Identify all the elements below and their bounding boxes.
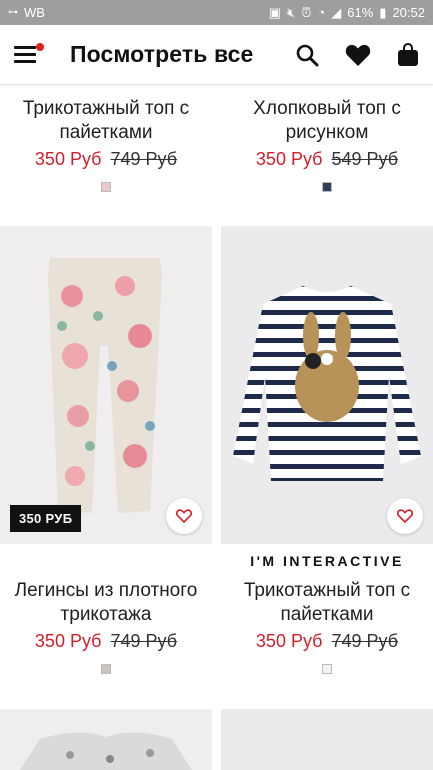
signal-icon: ◢ [331,4,342,20]
old-price: 549 Руб [331,149,399,169]
product-card[interactable]: Легинсы из плотного трикотажа 350 Руб 74… [0,579,212,674]
sale-price: 350 Руб [255,149,323,169]
heart-outline-icon [396,509,414,524]
product-name: Легинсы из плотного трикотажа [14,580,198,625]
game-controller-icon: ⊶ [8,7,18,18]
wifi-icon: ◔ [317,5,326,20]
favorite-button[interactable] [387,498,423,534]
price-badge: 350 РУБ [10,505,82,532]
sale-price: 350 Руб [255,631,323,651]
battery-percent: 61% [347,5,374,20]
clock: 20:52 [392,5,425,20]
color-swatch[interactable] [322,664,332,674]
product-card[interactable]: Трикотажный топ с пайетками 350 Руб 749 … [0,97,212,192]
product-image-partial[interactable] [221,709,433,770]
page-title: Посмотреть все [70,41,254,67]
alarm-icon: ⏰︎ [301,4,312,20]
battery-icon: ▮ [379,4,387,20]
carrier-label: WB [24,5,45,20]
heart-icon [345,44,371,66]
app-header: Посмотреть все [0,25,433,85]
cart-button[interactable] [397,42,419,67]
product-grid: Трикотажный топ с пайетками 350 Руб 749 … [0,85,433,770]
interactive-label: I'M INTERACTIVE [250,553,404,569]
leggings-image [48,258,162,513]
heart-outline-icon [175,509,193,524]
search-icon [296,44,319,66]
color-swatch[interactable] [101,664,111,674]
notification-dot [36,42,44,51]
favorite-button[interactable] [166,498,202,534]
nfc-icon: ▣ [268,4,282,20]
sale-price: 350 Руб [34,631,102,651]
product-name: Трикотажный топ с пайетками [243,580,411,625]
menu-icon-line [14,60,36,63]
search-button[interactable] [295,43,319,67]
status-bar: ⊶ WB ▣ 🔇︎ ⏰︎ ◔ ◢ 61% ▮ 20:52 [0,0,433,25]
product-image-leggings[interactable]: 350 РУБ [0,226,212,544]
product-card[interactable]: Хлопковый топ с рисунком 350 Руб 549 Руб [221,97,433,192]
menu-icon [14,46,36,49]
old-price: 749 Руб [331,631,399,651]
color-swatch[interactable] [322,182,332,192]
mute-icon: 🔇︎ [287,4,296,20]
product-name: Хлопковый топ с рисунком [253,98,401,143]
old-price: 749 Руб [110,631,178,651]
old-price: 749 Руб [110,149,178,169]
product-card[interactable]: Трикотажный топ с пайетками 350 Руб 749 … [221,579,433,674]
product-image-partial[interactable] [0,709,212,770]
menu-button[interactable] [14,41,44,69]
favorites-button[interactable] [345,43,371,67]
menu-icon-line [14,53,36,56]
color-swatch[interactable] [101,182,111,192]
sale-price: 350 Руб [34,149,102,169]
sweater-image [20,732,192,770]
striped-top-image [233,286,421,481]
product-image-striped-top[interactable] [221,226,433,544]
bag-icon [398,42,418,66]
product-name: Трикотажный топ с пайетками [22,98,190,143]
